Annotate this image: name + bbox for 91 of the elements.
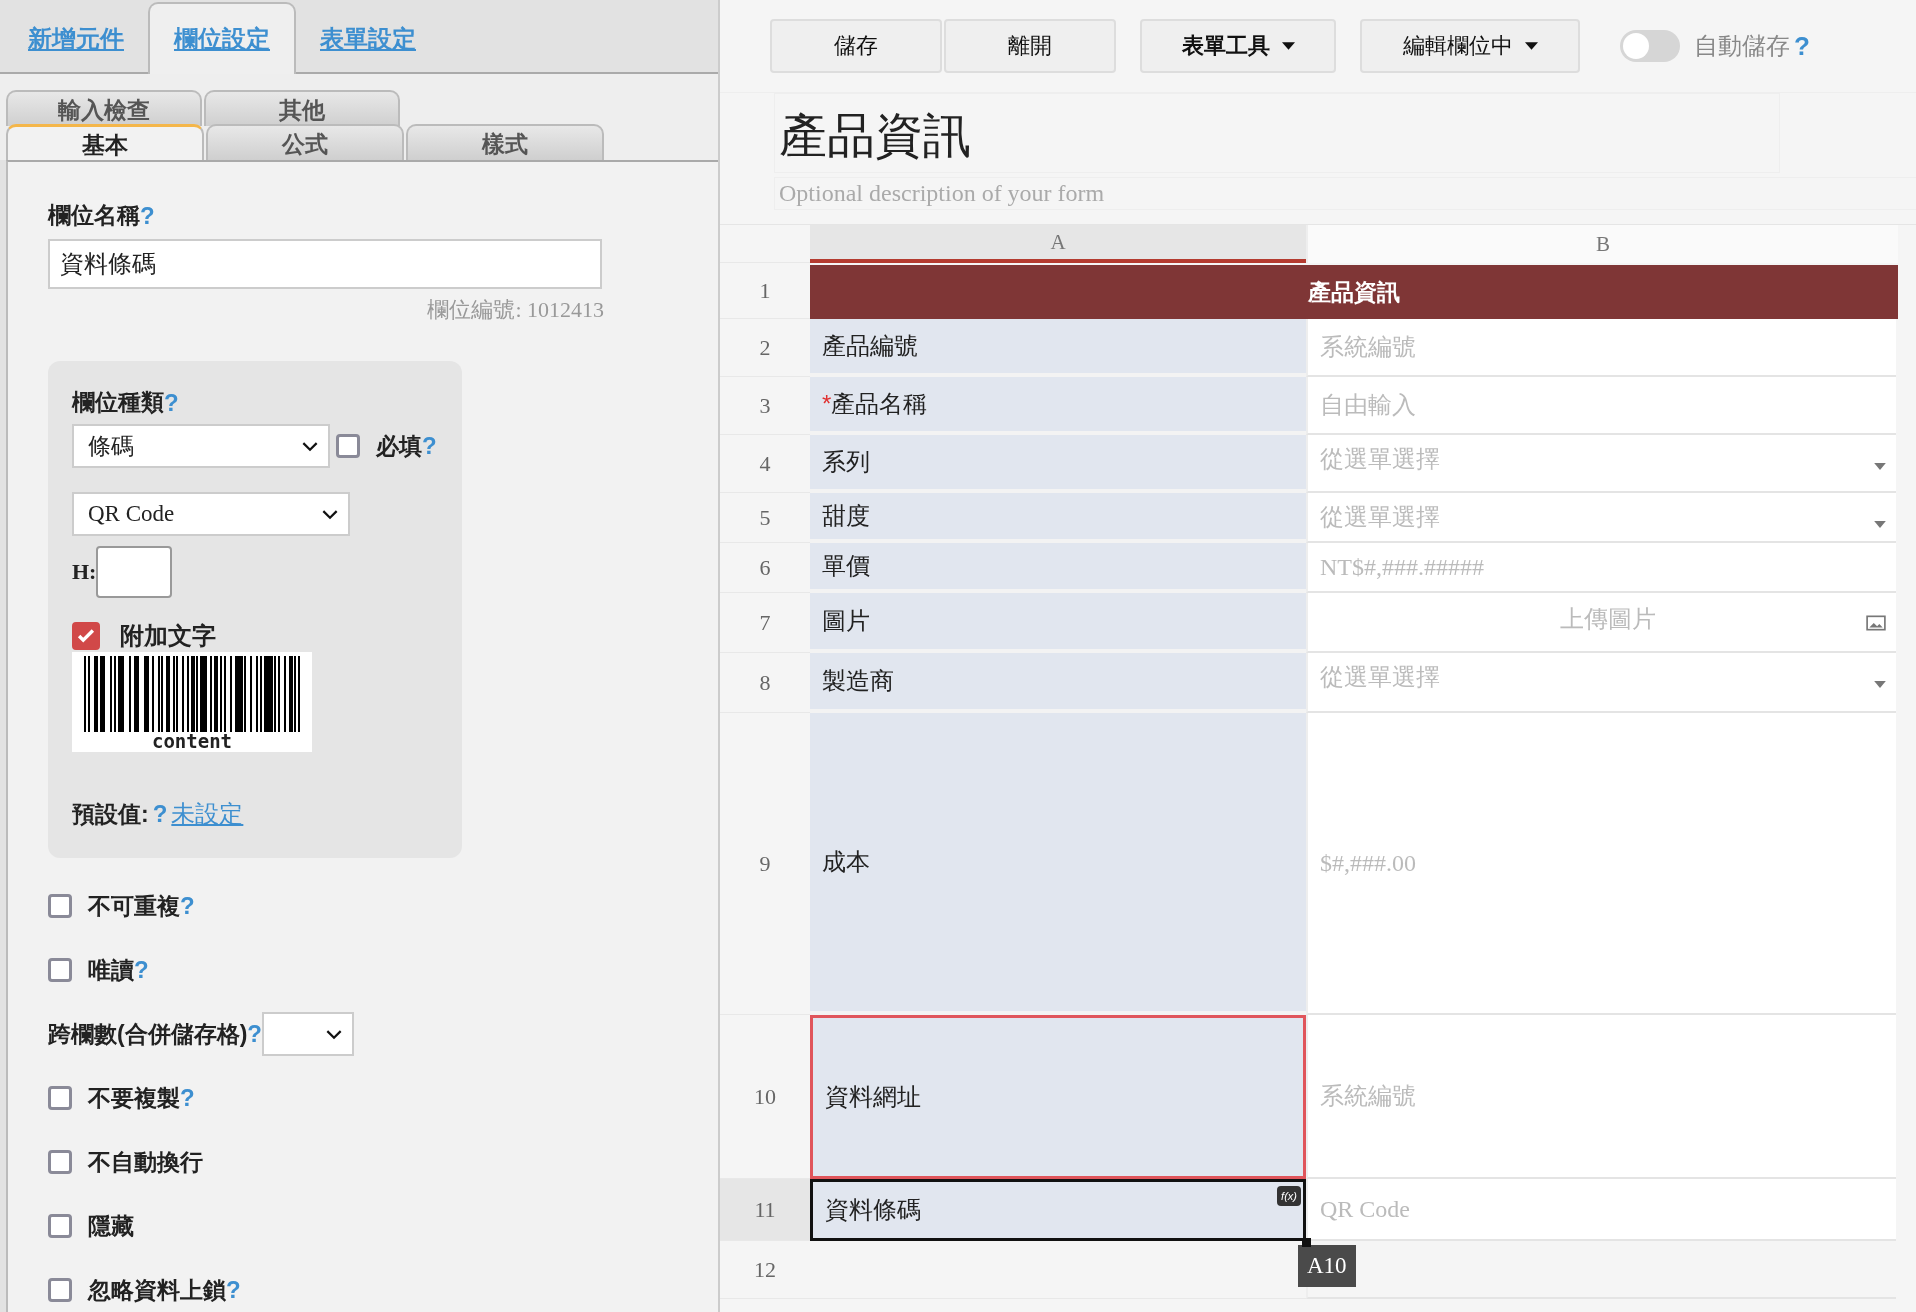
- formula-badge[interactable]: f(x): [1277, 1186, 1301, 1206]
- checkbox-label: 不要複製: [88, 1083, 180, 1113]
- field-label: 欄位種類: [72, 388, 164, 417]
- sub-tab[interactable]: 樣式: [406, 124, 604, 160]
- caret-icon: [1874, 463, 1886, 470]
- checkbox-label: 不自動換行: [88, 1147, 203, 1177]
- help-link[interactable]: ?: [422, 432, 437, 460]
- sub-tab[interactable]: 輸入檢查: [6, 90, 202, 126]
- placeholder-text: 從選單選擇: [1320, 445, 1440, 474]
- checkbox[interactable]: [48, 958, 72, 982]
- checkbox-label: 忽略資料上鎖: [88, 1275, 226, 1305]
- checkbox-label: 必填: [376, 431, 422, 461]
- subtype-select[interactable]: QR Code: [72, 492, 350, 536]
- help-link[interactable]: ?: [152, 800, 168, 828]
- checkbox[interactable]: [48, 1086, 72, 1110]
- checkbox[interactable]: [48, 1150, 72, 1174]
- placeholder-text: 從選單選擇: [1320, 503, 1440, 532]
- caret-icon: [1524, 42, 1538, 50]
- height-input[interactable]: [96, 546, 173, 598]
- chevron-icon: [322, 510, 338, 520]
- toolbar-button[interactable]: 表單工具: [1140, 19, 1336, 73]
- column-header[interactable]: A: [810, 225, 1306, 263]
- checkbox[interactable]: [48, 1278, 72, 1302]
- form-description-input[interactable]: Optional description of your form: [774, 177, 1916, 210]
- checkbox-label: 不可重複: [88, 891, 180, 921]
- autosave-toggle[interactable]: [1620, 30, 1680, 62]
- caret-icon: [1874, 681, 1886, 688]
- field-label: *產品名稱: [822, 389, 928, 419]
- checkbox[interactable]: [48, 1214, 72, 1238]
- cell-reference-tooltip: A10: [1298, 1245, 1356, 1287]
- field-label: 製造商: [822, 666, 894, 696]
- field-label: 資料條碼: [825, 1195, 921, 1225]
- help-link[interactable]: ?: [180, 892, 195, 920]
- field-label: 產品編號: [822, 331, 918, 361]
- sub-tab[interactable]: 公式: [206, 124, 404, 160]
- chevron-icon: [302, 442, 318, 452]
- caret-icon: [1874, 521, 1886, 528]
- help-link[interactable]: ?: [140, 201, 155, 230]
- placeholder-text: 自由輸入: [1320, 391, 1416, 420]
- caret-icon: [1281, 42, 1295, 50]
- toolbar-button[interactable]: 儲存: [770, 19, 942, 73]
- panel-tab[interactable]: 欄位設定: [148, 2, 296, 74]
- field-name-input[interactable]: 資料條碼: [48, 239, 602, 289]
- autosave-label: 自動儲存: [1694, 31, 1790, 61]
- fill-handle[interactable]: [1302, 1238, 1311, 1247]
- field-label: 系列: [822, 447, 870, 477]
- section-header-cell[interactable]: 產品資訊: [810, 265, 1898, 319]
- help-link[interactable]: ?: [1794, 30, 1810, 62]
- field-label: 單價: [822, 551, 870, 581]
- panel-tab[interactable]: 表單設定: [296, 4, 440, 72]
- help-link[interactable]: ?: [180, 1084, 195, 1112]
- placeholder-text: 從選單選擇: [1320, 663, 1440, 692]
- image-icon: [1866, 615, 1886, 631]
- panel-tab[interactable]: 新增元件: [4, 4, 148, 72]
- help-link[interactable]: ?: [164, 388, 179, 417]
- field-label: 成本: [822, 847, 870, 877]
- checkbox[interactable]: [72, 622, 100, 650]
- label-cell[interactable]: 資料條碼 f(x): [810, 1179, 1306, 1241]
- help-link[interactable]: ?: [247, 1020, 262, 1048]
- placeholder-text: NT$#,###.#####: [1320, 553, 1484, 581]
- field-label: 欄位名稱: [48, 201, 140, 230]
- column-header[interactable]: B: [1306, 225, 1898, 263]
- toolbar-button[interactable]: 編輯欄位中: [1360, 19, 1580, 73]
- checkbox[interactable]: [336, 434, 360, 458]
- sub-tab[interactable]: 其他: [204, 90, 400, 126]
- help-link[interactable]: ?: [226, 1276, 241, 1304]
- height-label: H:: [72, 559, 97, 585]
- label-cell[interactable]: 資料網址: [810, 1015, 1306, 1179]
- form-title[interactable]: 產品資訊: [774, 93, 1780, 173]
- field-label: 資料網址: [825, 1082, 921, 1112]
- placeholder-text: $#,###.00: [1320, 849, 1416, 877]
- toolbar-button[interactable]: 離開: [944, 19, 1116, 73]
- barcode-caption: content: [151, 732, 233, 750]
- placeholder-text: QR Code: [1320, 1195, 1410, 1223]
- option-label: 跨欄數(合併儲存格): [48, 1019, 248, 1049]
- checkbox-label: 隱藏: [88, 1211, 134, 1241]
- default-value-link[interactable]: 未設定: [171, 798, 244, 830]
- checkbox[interactable]: [48, 894, 72, 918]
- field-id: 欄位編號: 1012413: [427, 297, 604, 322]
- placeholder-text: 上傳圖片: [1560, 605, 1656, 634]
- field-label: 甜度: [822, 501, 870, 531]
- default-label: 預設值:: [72, 799, 149, 829]
- field-label: 圖片: [822, 606, 870, 636]
- row-number: 11: [720, 1179, 810, 1241]
- placeholder-text: 系統編號: [1320, 333, 1416, 362]
- help-link[interactable]: ?: [134, 956, 149, 984]
- chevron-icon: [326, 1030, 342, 1040]
- checkbox-label: 附加文字: [120, 621, 216, 651]
- type-select[interactable]: 條碼: [72, 424, 330, 468]
- checkbox-label: 唯讀: [88, 955, 134, 985]
- placeholder-text: 系統編號: [1320, 1082, 1416, 1111]
